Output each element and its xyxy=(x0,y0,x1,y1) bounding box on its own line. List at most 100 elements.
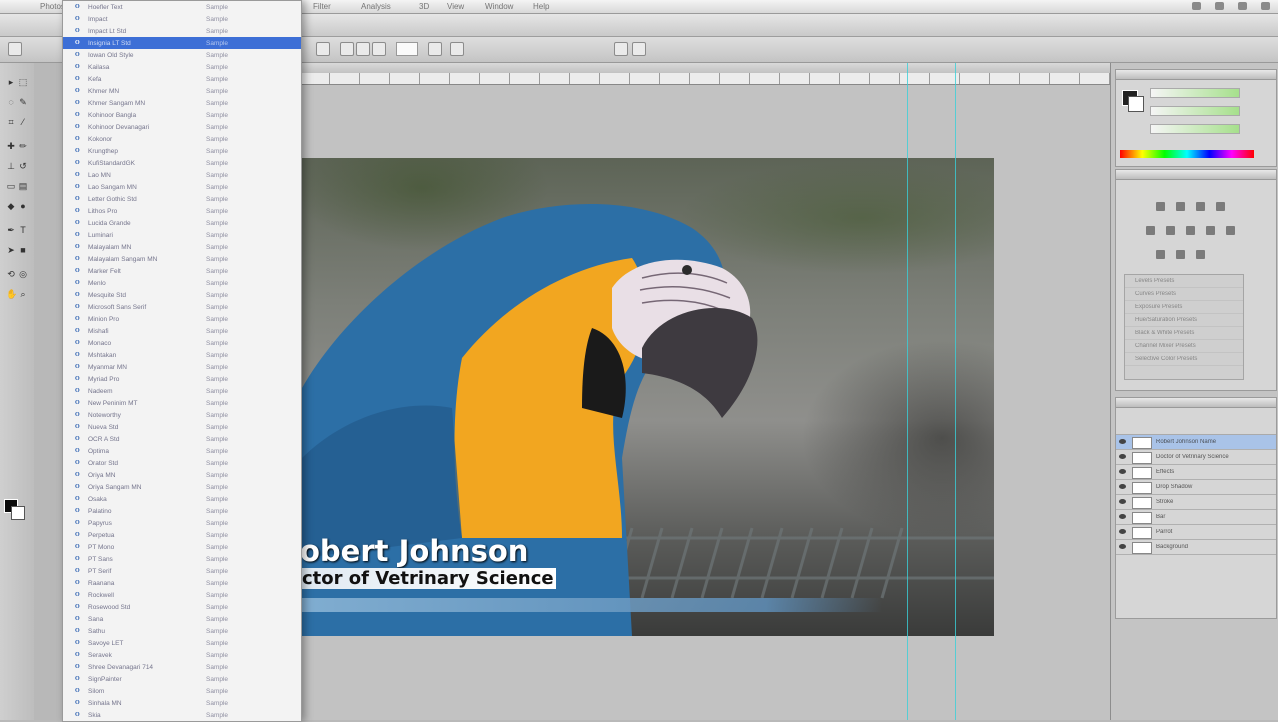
menu-filter[interactable]: Filter xyxy=(313,2,331,11)
font-menu-item[interactable]: O Silom Sample xyxy=(63,685,301,697)
font-menu-item[interactable]: O Rockwell Sample xyxy=(63,589,301,601)
font-menu-item[interactable]: O Savoye LET Sample xyxy=(63,637,301,649)
tool-preset-icon[interactable] xyxy=(8,42,22,56)
layer-row[interactable]: Robert Johnson Name xyxy=(1116,435,1276,450)
font-menu-item[interactable]: O Krungthep Sample xyxy=(63,145,301,157)
font-menu-item[interactable]: O OCR A Std Sample xyxy=(63,433,301,445)
healing-brush-tool-icon[interactable]: ✚ xyxy=(6,141,16,151)
guide-line[interactable] xyxy=(955,63,956,720)
photo-filter-icon[interactable] xyxy=(1226,226,1235,235)
font-menu-item[interactable]: O Oriya MN Sample xyxy=(63,469,301,481)
preset-item[interactable]: Exposure Presets xyxy=(1125,301,1243,314)
menu-3d[interactable]: 3D xyxy=(419,2,429,11)
font-menu-item[interactable]: O KufiStandardGK Sample xyxy=(63,157,301,169)
layer-row[interactable]: Doctor of Vetrinary Science xyxy=(1116,450,1276,465)
preset-item[interactable]: Channel Mixer Presets xyxy=(1125,340,1243,353)
commit-check-icon[interactable] xyxy=(632,42,646,56)
move-tool-icon[interactable]: ▸ xyxy=(6,77,16,87)
font-menu-item[interactable]: O Noteworthy Sample xyxy=(63,409,301,421)
black-white-icon[interactable] xyxy=(1206,226,1215,235)
3d-camera-tool-icon[interactable]: ◎ xyxy=(18,269,28,279)
font-menu-item[interactable]: O Lao MN Sample xyxy=(63,169,301,181)
color-balance-icon[interactable] xyxy=(1186,226,1195,235)
font-menu-item[interactable]: O Kefa Sample xyxy=(63,73,301,85)
blur-tool-icon[interactable]: ◆ xyxy=(6,201,16,211)
font-menu-item[interactable]: O Khmer Sangam MN Sample xyxy=(63,97,301,109)
vibrance-icon[interactable] xyxy=(1146,226,1155,235)
menu-help[interactable]: Help xyxy=(533,2,549,11)
guide-line[interactable] xyxy=(907,63,908,720)
visibility-eye-icon[interactable] xyxy=(1119,439,1126,444)
volume-icon[interactable] xyxy=(1215,2,1224,10)
color-spectrum[interactable] xyxy=(1120,150,1254,158)
lower-third-title[interactable]: ctor of Vetrinary Science xyxy=(302,568,556,589)
blue-slider[interactable] xyxy=(1150,124,1240,134)
font-menu-item[interactable]: O Perpetua Sample xyxy=(63,529,301,541)
font-menu-item[interactable]: O Hoefler Text Sample xyxy=(63,1,301,13)
eraser-tool-icon[interactable]: ▭ xyxy=(6,181,16,191)
align-left-icon[interactable] xyxy=(340,42,354,56)
font-menu-item[interactable]: O Lucida Grande Sample xyxy=(63,217,301,229)
font-menu-item[interactable]: O Lao Sangam MN Sample xyxy=(63,181,301,193)
color-panel-header[interactable] xyxy=(1116,70,1276,80)
shape-tool-icon[interactable]: ■ xyxy=(18,245,28,255)
layer-row[interactable]: Background xyxy=(1116,540,1276,555)
font-menu-item[interactable]: O Rosewood Std Sample xyxy=(63,601,301,613)
visibility-eye-icon[interactable] xyxy=(1119,469,1126,474)
font-menu-item[interactable]: O Myriad Pro Sample xyxy=(63,373,301,385)
hand-tool-icon[interactable]: ✋ xyxy=(6,289,17,299)
font-menu-item[interactable]: O Mesquite Std Sample xyxy=(63,289,301,301)
preset-item[interactable]: Levels Presets xyxy=(1125,275,1243,288)
battery-icon[interactable] xyxy=(1238,2,1247,10)
font-menu-item[interactable]: O Microsoft Sans Serif Sample xyxy=(63,301,301,313)
green-slider[interactable] xyxy=(1150,106,1240,116)
font-menu-item[interactable]: O Mshtakan Sample xyxy=(63,349,301,361)
font-menu-item[interactable]: O Mishafi Sample xyxy=(63,325,301,337)
visibility-eye-icon[interactable] xyxy=(1119,454,1126,459)
font-menu-item[interactable]: O Sana Sample xyxy=(63,613,301,625)
visibility-eye-icon[interactable] xyxy=(1119,484,1126,489)
background-color-swatch[interactable] xyxy=(11,506,25,520)
document-canvas[interactable]: obert Johnson ctor of Vetrinary Science xyxy=(302,158,994,636)
lower-third-name[interactable]: obert Johnson xyxy=(302,534,528,568)
font-menu-item[interactable]: O Orator Std Sample xyxy=(63,457,301,469)
font-menu-item[interactable]: O Palatino Sample xyxy=(63,505,301,517)
font-family-dropdown[interactable]: O Hoefler Text Sample O Impact Sample O Impact … xyxy=(62,0,302,722)
font-menu-item[interactable]: O Luminari Sample xyxy=(63,229,301,241)
crop-tool-icon[interactable]: ⌗ xyxy=(6,117,16,127)
font-menu-item[interactable]: O Malayalam MN Sample xyxy=(63,241,301,253)
character-panel-icon[interactable] xyxy=(450,42,464,56)
type-tool-icon[interactable]: T xyxy=(18,225,28,235)
font-menu-item[interactable]: O Sathu Sample xyxy=(63,625,301,637)
font-menu-item[interactable]: O Kohinoor Devanagari Sample xyxy=(63,121,301,133)
text-orientation-icon[interactable] xyxy=(316,42,330,56)
font-menu-item[interactable]: O Impact Sample xyxy=(63,13,301,25)
font-menu-item[interactable]: O Kailasa Sample xyxy=(63,61,301,73)
visibility-eye-icon[interactable] xyxy=(1119,529,1126,534)
quick-select-tool-icon[interactable]: ✎ xyxy=(18,97,28,107)
adjustments-panel-header[interactable] xyxy=(1116,170,1276,180)
threshold-icon[interactable] xyxy=(1196,250,1205,259)
gradient-tool-icon[interactable]: ▤ xyxy=(18,181,28,191)
menu-analysis[interactable]: Analysis xyxy=(361,2,391,11)
color-bg-swatch[interactable] xyxy=(1128,96,1144,112)
levels-icon[interactable] xyxy=(1176,202,1185,211)
layer-row[interactable]: Parrot xyxy=(1116,525,1276,540)
font-menu-item[interactable]: O Monaco Sample xyxy=(63,337,301,349)
font-menu-item[interactable]: O Sinhala MN Sample xyxy=(63,697,301,709)
hue-saturation-icon[interactable] xyxy=(1166,226,1175,235)
font-menu-item[interactable]: O Nadeem Sample xyxy=(63,385,301,397)
font-menu-item[interactable]: O Optima Sample xyxy=(63,445,301,457)
align-right-icon[interactable] xyxy=(372,42,386,56)
font-menu-item[interactable]: O Insignia LT Std Sample xyxy=(63,37,301,49)
font-menu-item[interactable]: O PT Serif Sample xyxy=(63,565,301,577)
path-select-tool-icon[interactable]: ➤ xyxy=(6,245,16,255)
font-menu-item[interactable]: O Minion Pro Sample xyxy=(63,313,301,325)
font-menu-item[interactable]: O Marker Felt Sample xyxy=(63,265,301,277)
font-menu-item[interactable]: O Myanmar MN Sample xyxy=(63,361,301,373)
font-menu-item[interactable]: O Raanana Sample xyxy=(63,577,301,589)
layer-row[interactable]: Effects xyxy=(1116,465,1276,480)
layer-row[interactable]: Stroke xyxy=(1116,495,1276,510)
font-menu-item[interactable]: O PT Mono Sample xyxy=(63,541,301,553)
clock-icon[interactable] xyxy=(1261,2,1270,10)
